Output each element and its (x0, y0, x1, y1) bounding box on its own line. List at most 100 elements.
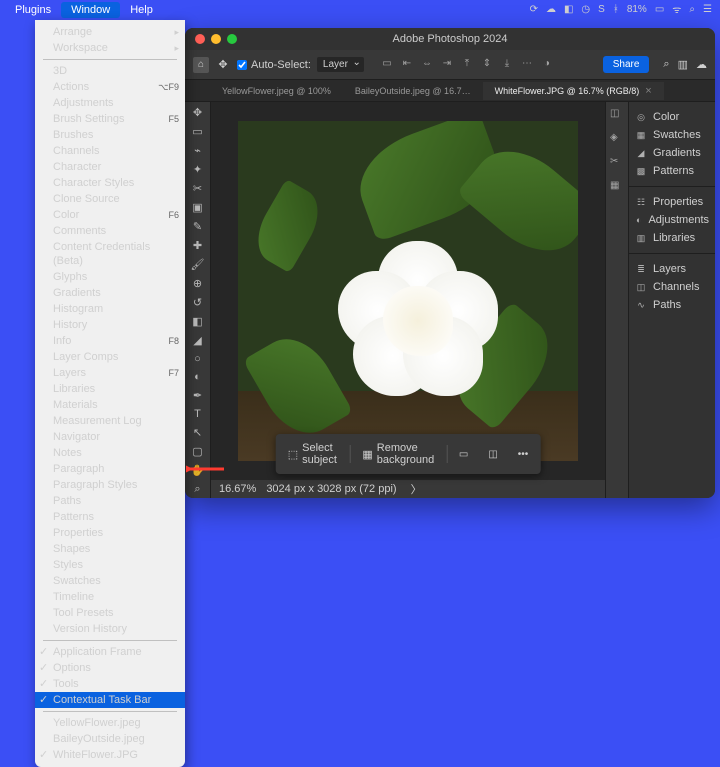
panel-gradients[interactable]: ◢Gradients (629, 144, 715, 162)
menu-item[interactable]: Adjustments (35, 95, 185, 111)
menu-doc[interactable]: BaileyOutside.jpeg (35, 731, 185, 747)
menu-toggle[interactable]: ✓Tools (35, 676, 185, 692)
menu-item[interactable]: Histogram (35, 301, 185, 317)
search-icon[interactable]: ⌕ (663, 58, 669, 71)
panel-swatches[interactable]: ▦Swatches (629, 126, 715, 144)
panel-layers[interactable]: ≣Layers (629, 260, 715, 278)
pen-tool[interactable]: ✒ (189, 389, 207, 402)
auto-select-checkbox[interactable]: Auto-Select: (237, 59, 311, 71)
panel-patterns[interactable]: ▩Patterns (629, 162, 715, 180)
menu-item[interactable]: ColorF6 (35, 207, 185, 223)
menu-doc[interactable]: YellowFlower.jpeg (35, 715, 185, 731)
menu-toggle[interactable]: ✓Application Frame (35, 644, 185, 660)
panel-icon-2[interactable]: ◈ (610, 132, 624, 146)
align-middle-icon[interactable]: ⇕ (480, 58, 494, 72)
auto-select-target[interactable]: Layer (317, 57, 364, 72)
menu-item[interactable]: Swatches (35, 573, 185, 589)
brush-tool[interactable]: 🖌 (189, 258, 207, 271)
panel-paths[interactable]: ∿Paths (629, 296, 715, 314)
menu-item[interactable]: Materials (35, 397, 185, 413)
menu-item[interactable]: Version History (35, 621, 185, 637)
align-center-icon[interactable]: ⇔ (420, 58, 434, 72)
selection-tool[interactable]: ✦ (189, 163, 207, 176)
marquee-tool[interactable]: ▭ (189, 125, 207, 138)
menu-item[interactable]: Paths (35, 493, 185, 509)
move-tool[interactable]: ✥ (189, 106, 207, 119)
menu-item[interactable]: Brush SettingsF5 (35, 111, 185, 127)
frame-tool[interactable]: ▣ (189, 201, 207, 214)
panel-properties[interactable]: ☷Properties (629, 193, 715, 211)
gradient-tool[interactable]: ◢ (189, 334, 207, 347)
type-tool[interactable]: T (189, 408, 207, 420)
menu-item[interactable]: Paragraph Styles (35, 477, 185, 493)
path-tool[interactable]: ↖ (189, 426, 207, 439)
home-button[interactable]: ⌂ (193, 57, 209, 73)
align-bottom-icon[interactable]: ⤓ (500, 58, 514, 72)
shape-tool[interactable]: ▢ (189, 445, 207, 458)
menu-item[interactable]: Character Styles (35, 175, 185, 191)
menu-item[interactable]: Timeline (35, 589, 185, 605)
menu-item[interactable]: Brushes (35, 127, 185, 143)
help-cloud-icon[interactable]: ☁ (696, 58, 707, 71)
menu-item[interactable]: 3D (35, 63, 185, 79)
zoom-tool[interactable]: ⌕ (189, 483, 207, 496)
menu-item[interactable]: Shapes (35, 541, 185, 557)
menu-window[interactable]: Window (61, 2, 120, 18)
lasso-tool[interactable]: ⌁ (189, 144, 207, 157)
share-button[interactable]: Share (603, 56, 650, 73)
menu-item[interactable]: LayersF7 (35, 365, 185, 381)
zoom-level[interactable]: 16.67% (219, 483, 256, 495)
align-top-icon[interactable]: ⤒ (460, 58, 474, 72)
panel-icon-1[interactable]: ◫ (610, 108, 624, 122)
menu-item[interactable]: Clone Source (35, 191, 185, 207)
healing-tool[interactable]: ✚ (189, 239, 207, 252)
blur-tool[interactable]: ○ (189, 353, 207, 365)
menu-item[interactable]: Patterns (35, 509, 185, 525)
menu-item[interactable]: Properties (35, 525, 185, 541)
menu-item[interactable]: Measurement Log (35, 413, 185, 429)
stamp-tool[interactable]: ⊕ (189, 277, 207, 290)
canvas[interactable] (211, 102, 605, 480)
ctx-more-1[interactable]: ▭ (451, 445, 476, 464)
menu-doc[interactable]: ✓WhiteFlower.JPG (35, 747, 185, 763)
eyedropper-tool[interactable]: ✎ (189, 220, 207, 233)
remove-background-button[interactable]: ▦Remove background (354, 438, 442, 470)
dodge-tool[interactable]: ◐ (189, 371, 207, 383)
menu-toggle[interactable]: ✓Options (35, 660, 185, 676)
menu-item[interactable]: InfoF8 (35, 333, 185, 349)
menu-toggle[interactable]: ✓Contextual Task Bar (35, 692, 185, 708)
3d-mode-icon[interactable]: ◑ (540, 58, 554, 72)
menu-workspace[interactable]: Workspace▸ (35, 40, 185, 56)
panel-color[interactable]: ◎Color (629, 108, 715, 126)
panel-libraries[interactable]: ▥Libraries (629, 229, 715, 247)
more-align-icon[interactable]: ⋯ (520, 58, 534, 72)
eraser-tool[interactable]: ◧ (189, 315, 207, 328)
menu-item[interactable]: Libraries (35, 381, 185, 397)
align-left-icon[interactable]: ⇤ (400, 58, 414, 72)
panel-adjustments[interactable]: ◐Adjustments (629, 211, 715, 229)
close-icon[interactable]: × (645, 85, 651, 97)
crop-tool[interactable]: ✂ (189, 182, 207, 195)
menu-item[interactable]: Character (35, 159, 185, 175)
menu-item[interactable]: Paragraph (35, 461, 185, 477)
menu-item[interactable]: Tool Presets (35, 605, 185, 621)
menu-item[interactable]: Gradients (35, 285, 185, 301)
ctx-more-2[interactable]: ◫ (480, 445, 505, 464)
ctx-more-menu[interactable]: ••• (510, 445, 537, 464)
workspace-icon[interactable]: ▥ (678, 58, 688, 71)
menu-item[interactable]: Comments (35, 223, 185, 239)
align-right-icon[interactable]: ⇥ (440, 58, 454, 72)
document-tab[interactable]: WhiteFlower.JPG @ 16.7% (RGB/8)× (483, 82, 664, 100)
menu-item[interactable]: Channels (35, 143, 185, 159)
menu-item[interactable]: Notes (35, 445, 185, 461)
menu-arrange[interactable]: Arrange▸ (35, 24, 185, 40)
menu-item[interactable]: Styles (35, 557, 185, 573)
menu-item[interactable]: Content Credentials (Beta) (35, 239, 185, 269)
menu-item[interactable]: Navigator (35, 429, 185, 445)
select-subject-button[interactable]: ⬚Select subject (280, 438, 346, 470)
panel-icon-3[interactable]: ✂ (610, 156, 624, 170)
panel-icon-4[interactable]: ▦ (610, 180, 624, 194)
document-tab[interactable]: YellowFlower.jpeg @ 100% (210, 83, 343, 99)
menu-item[interactable]: Layer Comps (35, 349, 185, 365)
transform-controls-icon[interactable]: ▭ (380, 58, 394, 72)
